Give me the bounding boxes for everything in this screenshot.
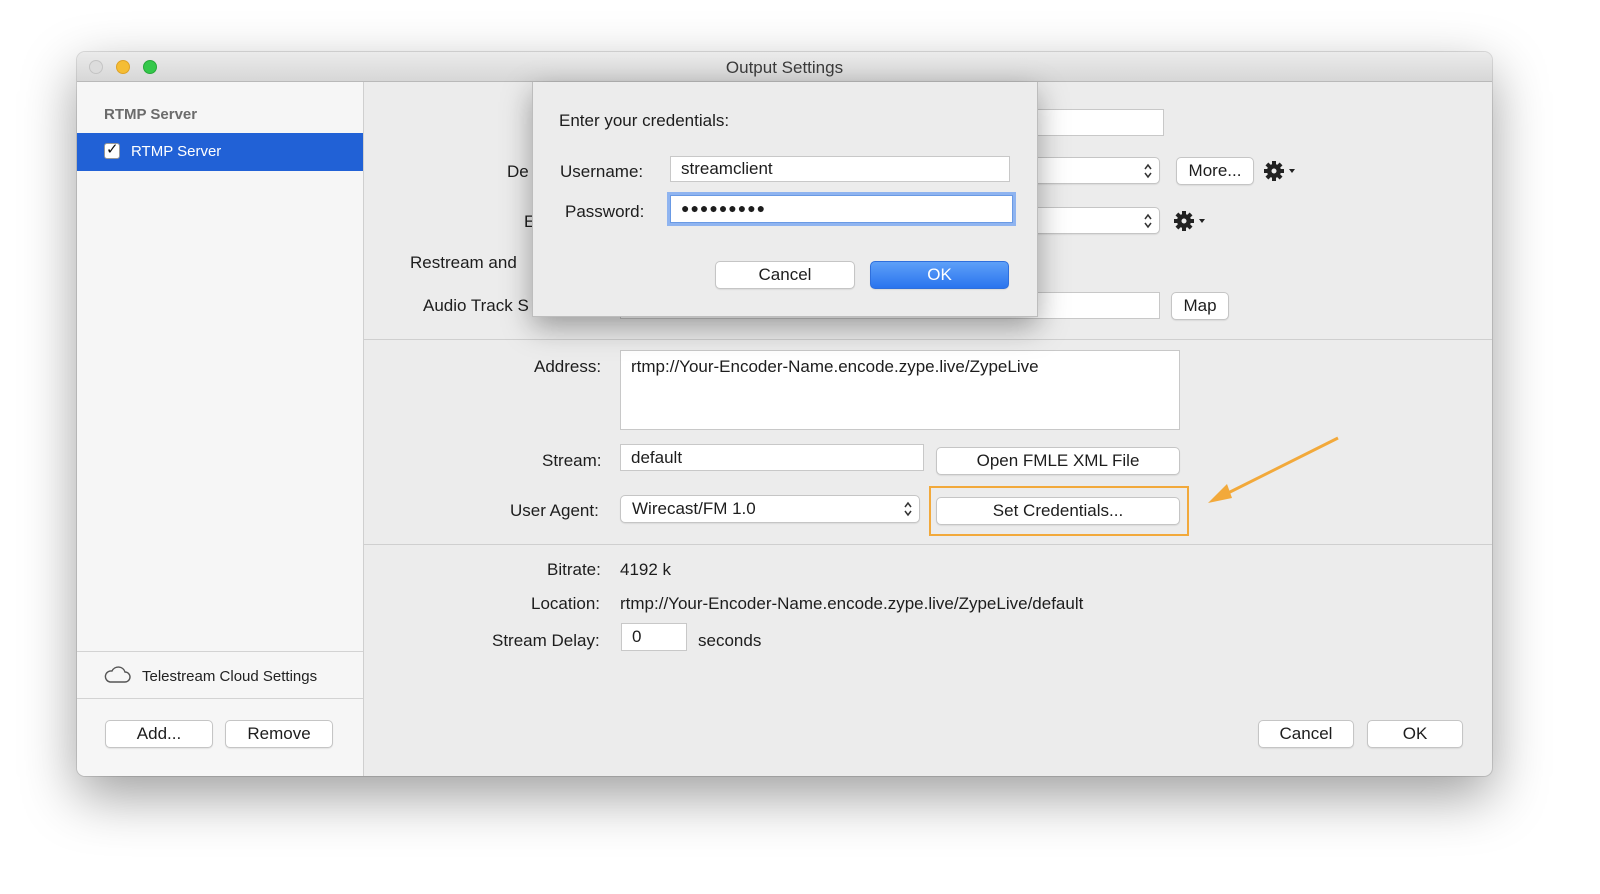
credentials-sheet: Enter your credentials: Username: stream… [532, 82, 1038, 317]
updown-arrows-icon [1144, 163, 1152, 179]
sheet-cancel-button[interactable]: Cancel [715, 261, 855, 289]
address-label: Address: [534, 357, 602, 376]
window-title: Output Settings [725, 58, 844, 77]
password-label: Password: [565, 202, 645, 221]
encoding-gear-icon[interactable] [1174, 210, 1210, 232]
title-bar: Output Settings [77, 52, 1492, 82]
remove-button[interactable]: Remove [225, 720, 333, 748]
updown-arrows-icon [1144, 213, 1152, 229]
location-value: rtmp://Your-Encoder-Name.encode.zype.liv… [620, 594, 1084, 613]
cloud-icon [104, 666, 131, 683]
name-field[interactable] [1032, 109, 1164, 136]
sidebar: RTMP Server ✓ RTMP Server Telestream Clo… [77, 82, 364, 776]
location-label: Location: [531, 594, 600, 613]
sheet-ok-button[interactable]: OK [870, 261, 1009, 289]
stream-delay-field[interactable]: 0 [621, 623, 687, 651]
map-button[interactable]: Map [1171, 292, 1229, 320]
destination-popup[interactable] [1032, 157, 1160, 184]
destination-gear-icon[interactable] [1264, 160, 1300, 182]
section-divider [364, 339, 1492, 340]
bitrate-value: 4192 k [620, 560, 672, 579]
encoding-popup[interactable] [1032, 207, 1160, 234]
user-agent-popup[interactable]: Wirecast/FM 1.0 [620, 495, 920, 523]
sidebar-item-label: RTMP Server [131, 143, 222, 160]
add-button[interactable]: Add... [105, 720, 213, 748]
bitrate-label: Bitrate: [547, 560, 601, 579]
user-agent-value: Wirecast/FM 1.0 [632, 499, 756, 518]
section-divider [364, 544, 1492, 545]
sidebar-divider [77, 698, 363, 699]
sidebar-item-rtmp-server[interactable]: ✓ RTMP Server [77, 133, 363, 171]
stream-delay-label: Stream Delay: [492, 631, 600, 650]
restream-label: Restream and [410, 253, 517, 272]
password-field[interactable]: ●●●●●●●●● [670, 195, 1013, 223]
annotation-arrow-icon [1208, 436, 1339, 503]
updown-arrows-icon [904, 501, 912, 517]
sidebar-header: RTMP Server [104, 106, 198, 123]
destination-label: De [507, 162, 529, 181]
user-agent-label: User Agent: [510, 501, 599, 520]
more-button[interactable]: More... [1176, 157, 1254, 185]
cancel-button[interactable]: Cancel [1258, 720, 1354, 748]
sidebar-divider [77, 651, 363, 652]
stream-delay-unit: seconds [698, 631, 762, 650]
username-label: Username: [560, 162, 644, 181]
sheet-title: Enter your credentials: [559, 111, 730, 130]
set-credentials-highlight [929, 486, 1189, 536]
stream-field[interactable]: default [620, 444, 924, 471]
address-field[interactable]: rtmp://Your-Encoder-Name.encode.zype.liv… [620, 350, 1180, 430]
enabled-checkbox[interactable]: ✓ [104, 141, 120, 159]
open-fmle-xml-button[interactable]: Open FMLE XML File [936, 447, 1180, 475]
checkmark-icon: ✓ [106, 141, 119, 158]
ok-button[interactable]: OK [1367, 720, 1463, 748]
username-field[interactable]: streamclient [670, 156, 1010, 182]
telestream-cloud-settings-link[interactable]: Telestream Cloud Settings [142, 668, 317, 685]
stream-label: Stream: [542, 451, 602, 470]
audio-track-label: Audio Track S [423, 296, 529, 315]
